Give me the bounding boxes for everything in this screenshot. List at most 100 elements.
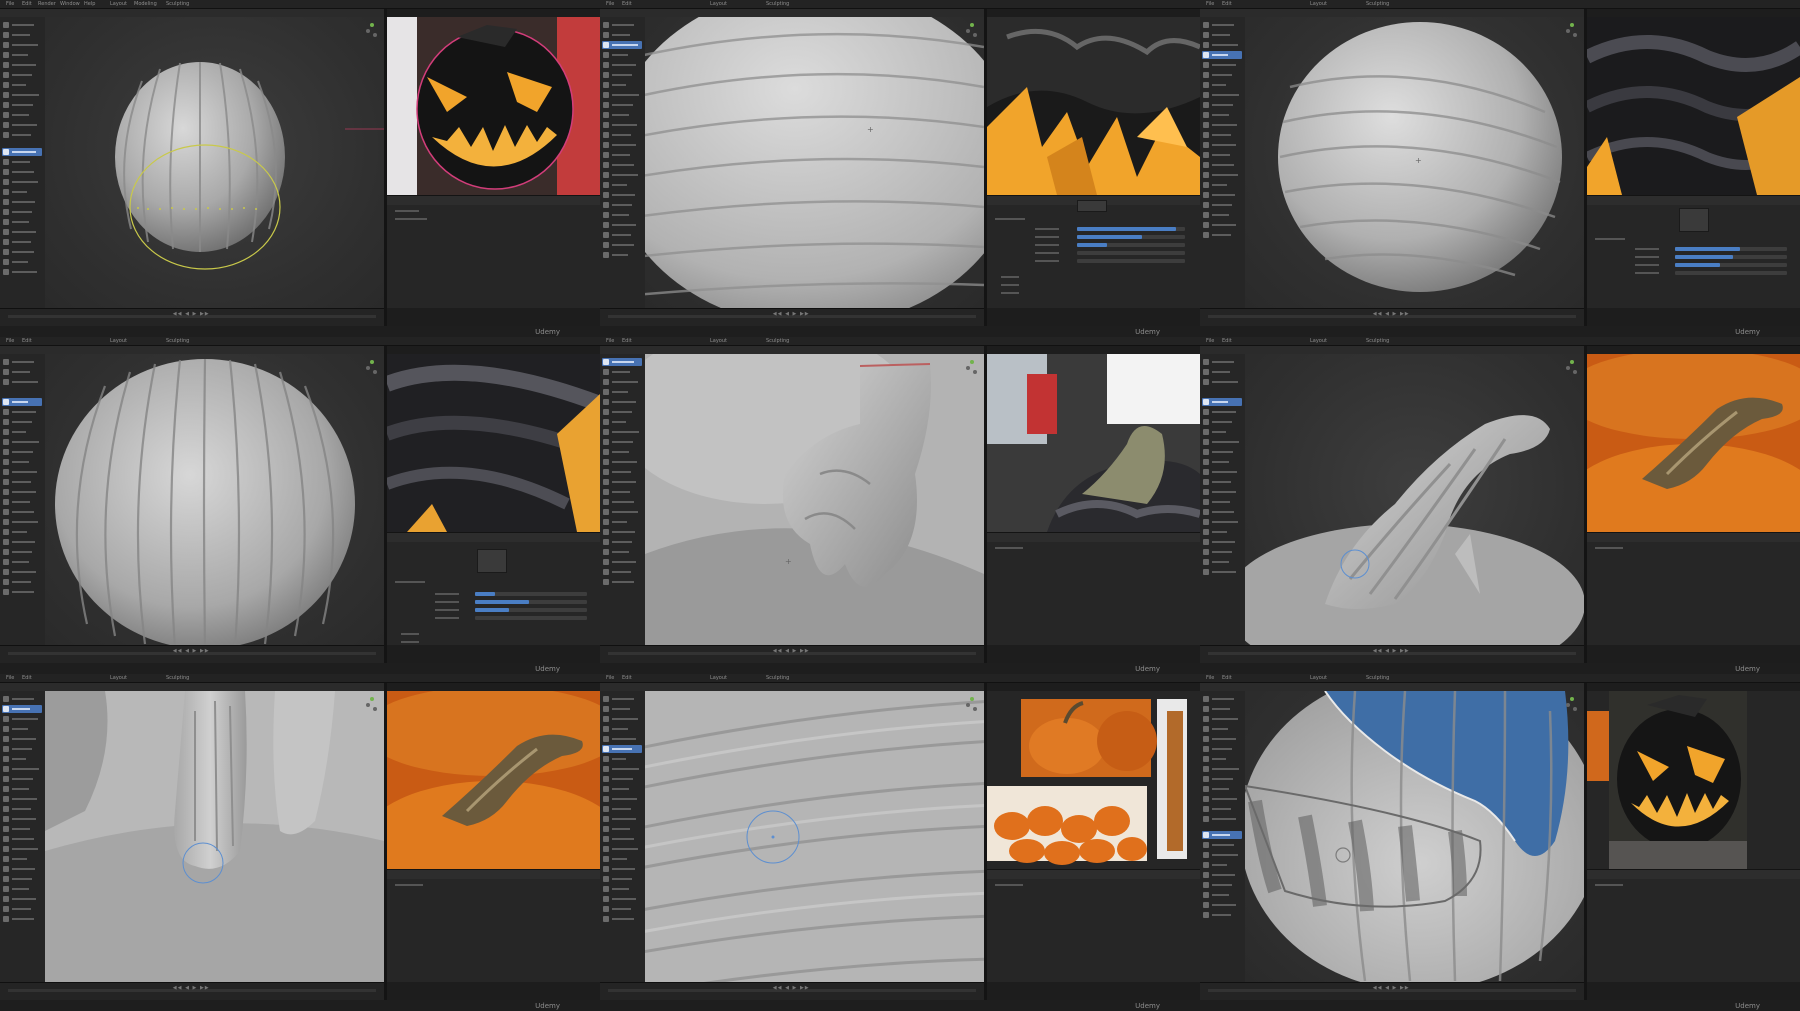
tool-item[interactable] bbox=[602, 805, 642, 813]
smooth-brush-icon[interactable] bbox=[1202, 408, 1242, 416]
grab-brush-icon[interactable] bbox=[602, 725, 642, 733]
sculpt-viewport[interactable] bbox=[1245, 354, 1584, 645]
crease-brush-icon[interactable] bbox=[1202, 378, 1242, 386]
timeline[interactable]: ◀◀ ◀ ▶ ▶▶ bbox=[0, 982, 384, 1000]
brush-slider[interactable] bbox=[1077, 243, 1185, 247]
active-tool-item[interactable] bbox=[1202, 398, 1242, 406]
tool-item[interactable] bbox=[1202, 121, 1242, 129]
tool-item[interactable] bbox=[602, 558, 642, 566]
tool-item[interactable] bbox=[2, 428, 42, 436]
sculpt-viewport[interactable] bbox=[45, 354, 384, 645]
tool-item[interactable] bbox=[602, 855, 642, 863]
view-gizmo-icon[interactable] bbox=[366, 360, 378, 380]
crease-brush-icon[interactable] bbox=[2, 41, 42, 49]
timeline[interactable]: ◀◀ ◀ ▶ ▶▶ bbox=[1200, 308, 1584, 326]
sculpt-viewport[interactable] bbox=[45, 17, 384, 308]
tool-item[interactable] bbox=[1202, 891, 1242, 899]
tool-item[interactable] bbox=[1202, 805, 1242, 813]
tool-item[interactable] bbox=[2, 111, 42, 119]
grab-brush-icon[interactable] bbox=[602, 51, 642, 59]
tool-item[interactable] bbox=[1202, 71, 1242, 79]
tool-item[interactable] bbox=[602, 885, 642, 893]
active-tool-item[interactable] bbox=[1202, 51, 1242, 59]
timeline[interactable]: ◀◀ ◀ ▶ ▶▶ bbox=[1200, 982, 1584, 1000]
draw-brush-icon[interactable] bbox=[1202, 358, 1242, 366]
tool-item[interactable] bbox=[602, 241, 642, 249]
brush-slider[interactable] bbox=[1077, 251, 1185, 255]
tool-item[interactable] bbox=[2, 438, 42, 446]
tool-item[interactable] bbox=[2, 745, 42, 753]
brush-strength-slider[interactable] bbox=[475, 600, 587, 604]
tool-item[interactable] bbox=[2, 815, 42, 823]
tool-item[interactable] bbox=[2, 91, 42, 99]
menu-window[interactable]: Window bbox=[60, 1, 80, 7]
tool-item[interactable] bbox=[602, 895, 642, 903]
tool-item[interactable] bbox=[1202, 488, 1242, 496]
timeline[interactable]: ◀◀ ◀ ▶ ▶▶ bbox=[600, 982, 984, 1000]
tool-item[interactable] bbox=[2, 218, 42, 226]
tool-item[interactable] bbox=[602, 765, 642, 773]
mask-brush-icon[interactable] bbox=[2, 168, 42, 176]
grab-brush-icon[interactable] bbox=[2, 725, 42, 733]
brush-radius-slider[interactable] bbox=[1077, 227, 1185, 231]
tool-item[interactable] bbox=[2, 418, 42, 426]
tool-item[interactable] bbox=[1202, 881, 1242, 889]
tool-item[interactable] bbox=[2, 588, 42, 596]
view-gizmo-icon[interactable] bbox=[1566, 360, 1578, 380]
brush-texture-icon[interactable] bbox=[477, 549, 507, 573]
tool-item[interactable] bbox=[1202, 745, 1242, 753]
draw-brush-icon[interactable] bbox=[2, 21, 42, 29]
tool-item[interactable] bbox=[2, 795, 42, 803]
menu-file[interactable]: File bbox=[606, 1, 614, 7]
menu-edit[interactable]: Edit bbox=[1222, 1, 1232, 7]
tool-item[interactable] bbox=[602, 825, 642, 833]
tool-item[interactable] bbox=[602, 428, 642, 436]
tool-item[interactable] bbox=[1202, 111, 1242, 119]
brush-strength-slider[interactable] bbox=[1077, 235, 1185, 239]
tool-item[interactable] bbox=[1202, 861, 1242, 869]
menu-file[interactable]: File bbox=[1206, 675, 1214, 681]
tool-item[interactable] bbox=[1202, 775, 1242, 783]
crease-brush-icon[interactable] bbox=[602, 715, 642, 723]
tool-item[interactable] bbox=[602, 91, 642, 99]
view-gizmo-icon[interactable] bbox=[1566, 23, 1578, 43]
tool-item[interactable] bbox=[1202, 171, 1242, 179]
tool-item[interactable] bbox=[1202, 755, 1242, 763]
view-gizmo-icon[interactable] bbox=[366, 697, 378, 717]
tool-item[interactable] bbox=[1202, 528, 1242, 536]
tool-item[interactable] bbox=[1202, 181, 1242, 189]
playback-controls[interactable]: ◀◀ ◀ ▶ ▶▶ bbox=[1373, 985, 1410, 991]
tool-item[interactable] bbox=[602, 785, 642, 793]
tab-sculpting[interactable]: Sculpting bbox=[166, 675, 189, 681]
tool-item[interactable] bbox=[2, 458, 42, 466]
tab-sculpting[interactable]: Sculpting bbox=[166, 1, 189, 7]
brush-strength-slider[interactable] bbox=[1675, 255, 1787, 259]
draw-brush-icon[interactable] bbox=[602, 21, 642, 29]
menu-edit[interactable]: Edit bbox=[622, 675, 632, 681]
menu-file[interactable]: File bbox=[1206, 1, 1214, 7]
tool-item[interactable] bbox=[2, 548, 42, 556]
tool-item[interactable] bbox=[602, 438, 642, 446]
tool-item[interactable] bbox=[2, 101, 42, 109]
menu-render[interactable]: Render bbox=[38, 1, 56, 7]
tab-layout[interactable]: Layout bbox=[710, 338, 727, 344]
tool-item[interactable] bbox=[1202, 101, 1242, 109]
tool-item[interactable] bbox=[2, 488, 42, 496]
tool-item[interactable] bbox=[2, 498, 42, 506]
tool-item[interactable] bbox=[602, 865, 642, 873]
tab-layout[interactable]: Layout bbox=[1310, 675, 1327, 681]
playback-controls[interactable]: ◀◀ ◀ ▶ ▶▶ bbox=[773, 648, 810, 654]
brush-slider[interactable] bbox=[475, 616, 587, 620]
menu-file[interactable]: File bbox=[606, 338, 614, 344]
tool-item[interactable] bbox=[1202, 231, 1242, 239]
draw-brush-icon[interactable] bbox=[1202, 695, 1242, 703]
tool-item[interactable] bbox=[1202, 851, 1242, 859]
tool-item[interactable] bbox=[2, 805, 42, 813]
tool-item[interactable] bbox=[2, 895, 42, 903]
mask-brush-icon[interactable] bbox=[1202, 841, 1242, 849]
tool-item[interactable] bbox=[602, 71, 642, 79]
tool-item[interactable] bbox=[2, 468, 42, 476]
tool-item[interactable] bbox=[602, 755, 642, 763]
tool-item[interactable] bbox=[2, 865, 42, 873]
tool-item[interactable] bbox=[1202, 558, 1242, 566]
